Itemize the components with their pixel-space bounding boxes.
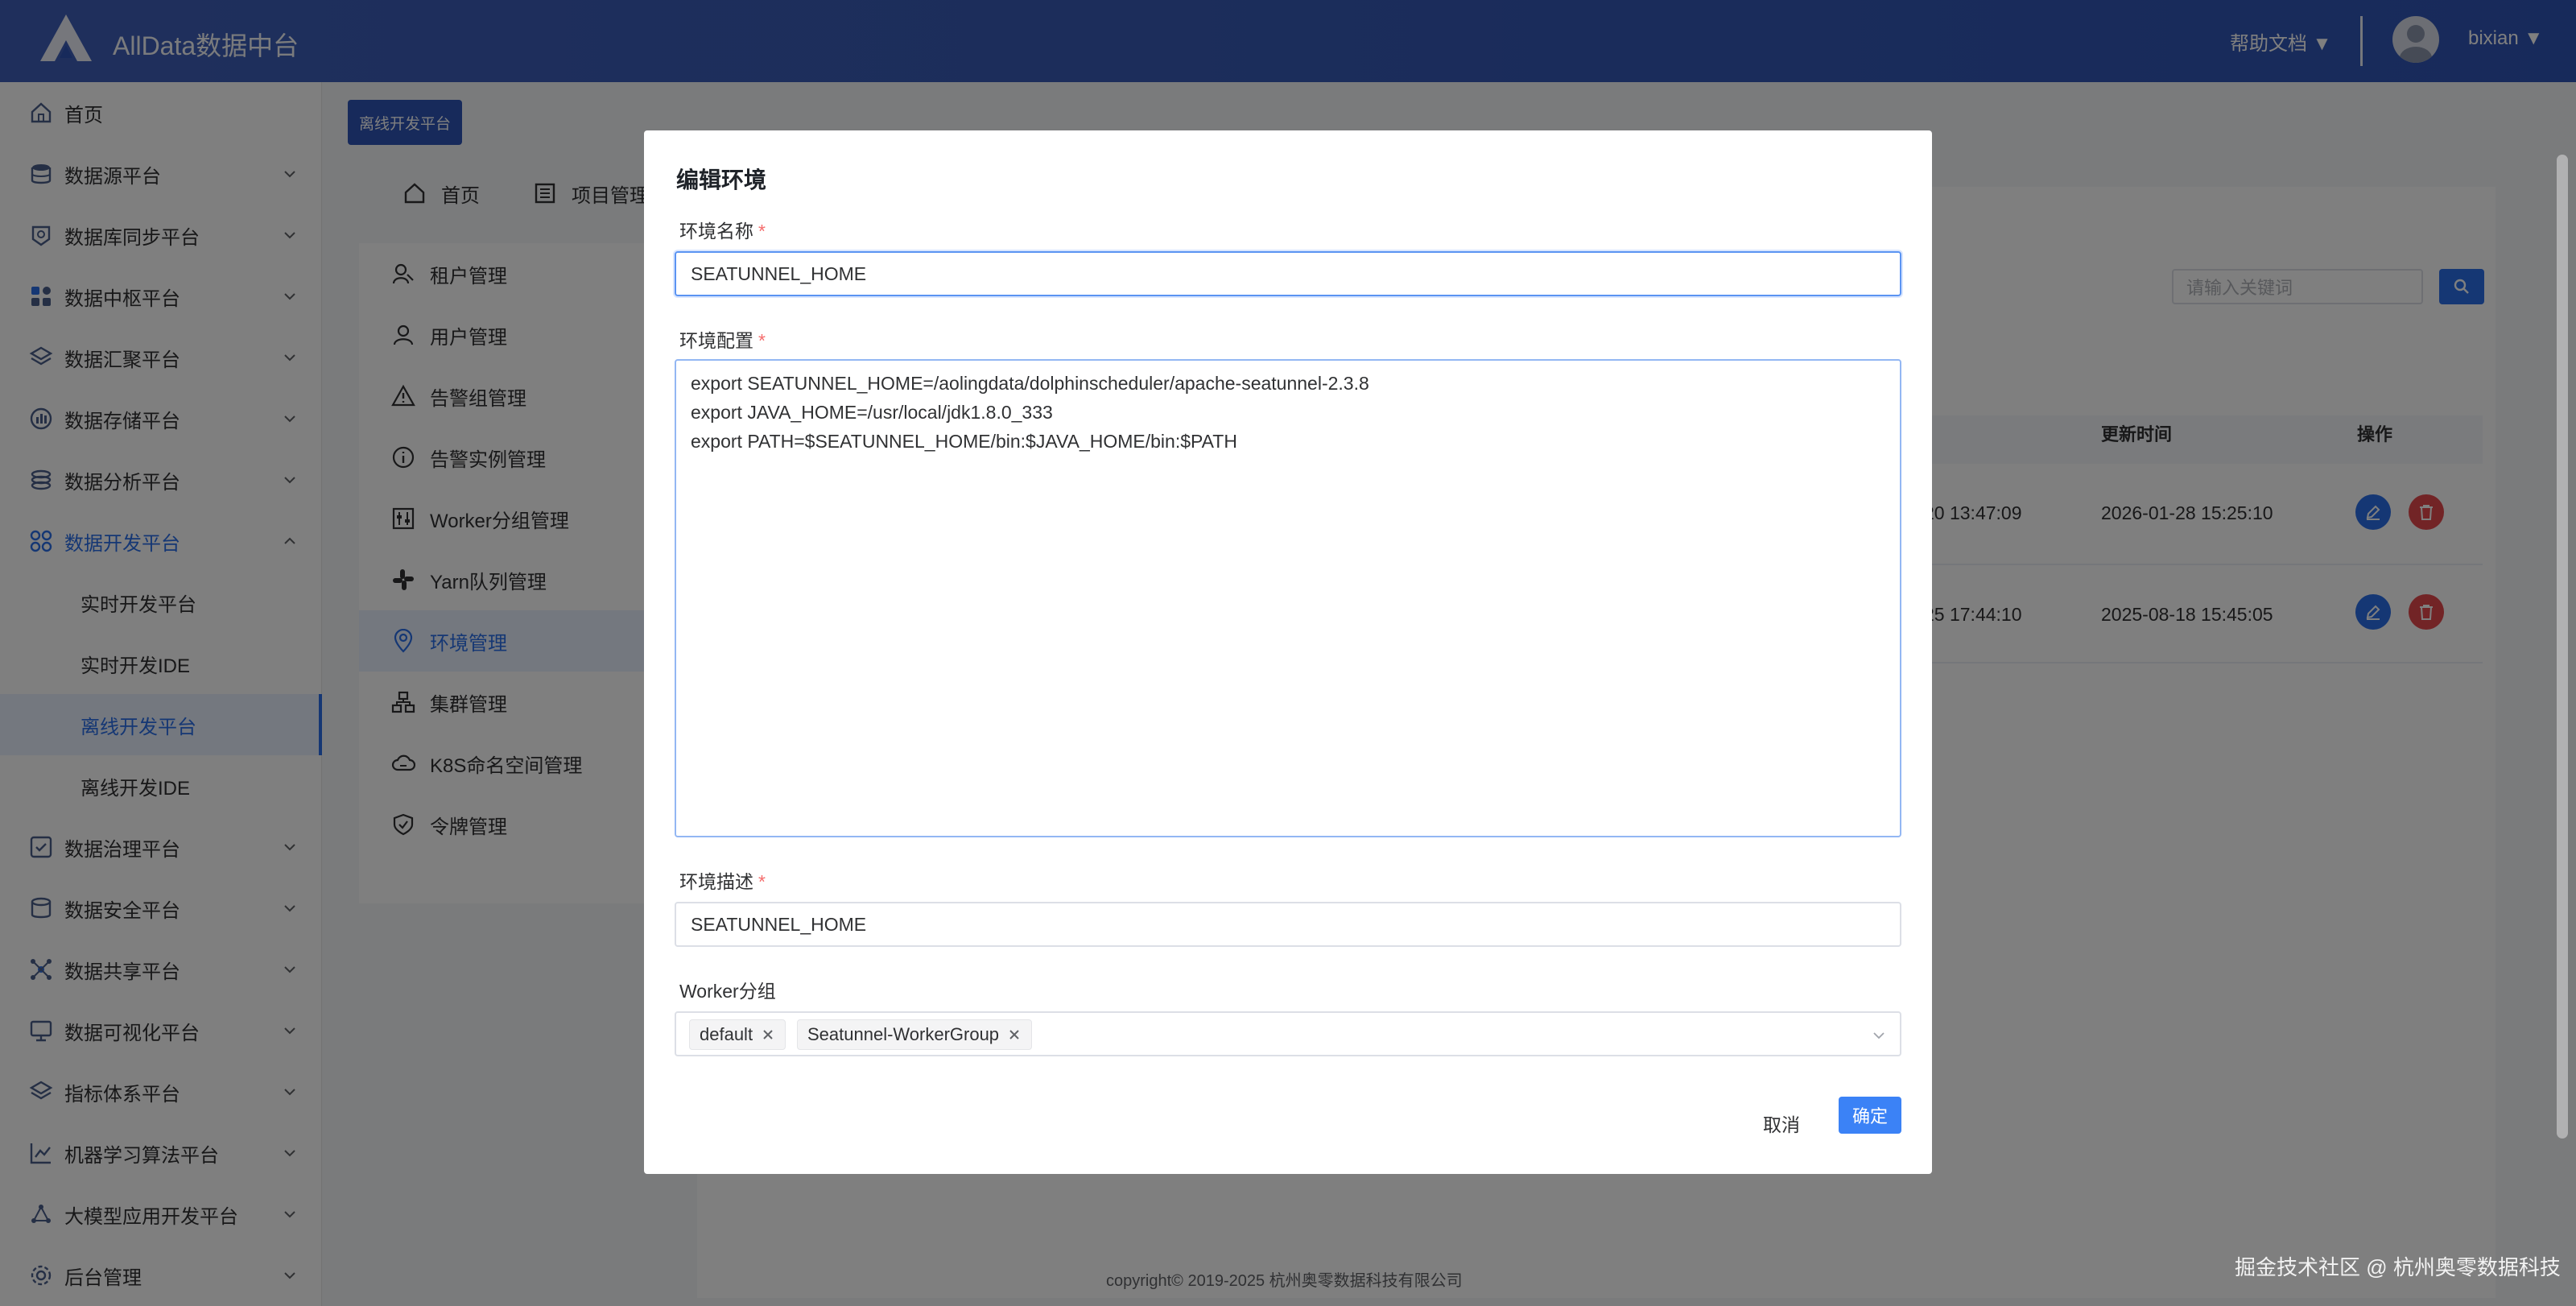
worker-group-label: Worker分组 <box>679 981 776 1002</box>
worker-tag-seatunnel: Seatunnel-WorkerGroup <box>797 1019 1033 1050</box>
dialog-title: 编辑环境 <box>676 167 767 192</box>
worker-tag-default: default <box>689 1019 786 1050</box>
required-mark: * <box>758 221 766 242</box>
required-mark: * <box>758 871 766 892</box>
env-name-input[interactable]: SEATUNNEL_HOME <box>675 251 1901 296</box>
env-desc-input[interactable]: SEATUNNEL_HOME <box>675 902 1901 947</box>
close-icon[interactable] <box>1007 1027 1022 1042</box>
env-name-label: 环境名称 * <box>679 221 766 242</box>
required-mark: * <box>758 330 766 351</box>
worker-group-select[interactable]: default Seatunnel-WorkerGroup <box>675 1011 1901 1056</box>
chevron-down-icon <box>1873 1032 1885 1039</box>
edit-environment-dialog: 编辑环境 环境名称 * SEATUNNEL_HOME 环境配置 * export S… <box>644 130 1932 1174</box>
env-config-label: 环境配置 * <box>679 330 766 351</box>
env-desc-label: 环境描述 * <box>679 871 766 892</box>
watermark: 掘金技术社区 @ 杭州奥零数据科技 <box>2235 1255 2561 1279</box>
page-scrollbar[interactable] <box>2557 155 2568 1139</box>
env-config-textarea[interactable]: export SEATUNNEL_HOME=/aolingdata/dolphi… <box>675 359 1901 837</box>
cancel-button[interactable]: 取消 <box>1763 1110 1800 1137</box>
close-icon[interactable] <box>761 1027 775 1042</box>
confirm-button[interactable]: 确定 <box>1839 1097 1901 1134</box>
